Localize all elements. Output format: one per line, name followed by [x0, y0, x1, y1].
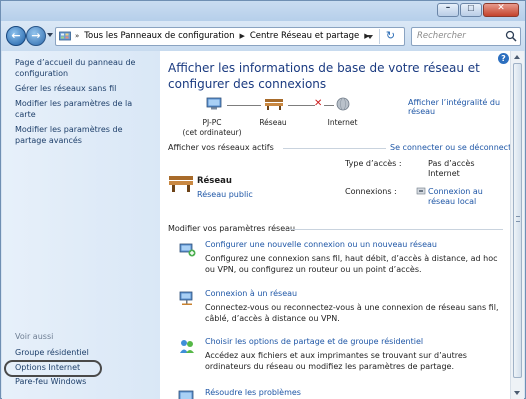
task-description: Connectez-vous ou reconnectez-vous à une…	[205, 303, 499, 323]
caption-buttons: – ☐ ✕	[436, 3, 519, 17]
forward-button[interactable]: →	[26, 26, 46, 46]
task-title[interactable]: Choisir les options de partage et de gro…	[205, 337, 423, 346]
active-network-name: Réseau	[197, 176, 232, 186]
page-title: Afficher les informations de base de vot…	[168, 61, 480, 91]
task-new-connection: Configurer une nouvelle connexion ou un …	[178, 240, 503, 280]
view-full-map-link[interactable]: Afficher l’intégralité du réseau	[408, 98, 516, 116]
breadcrumb-all-control-panels[interactable]: Tous les Panneaux de configuration	[84, 31, 234, 41]
main-content: Afficher les informations de base de vot…	[160, 51, 516, 399]
change-settings-label: Modifier vos paramètres réseau	[168, 224, 296, 233]
maximize-icon: ☐	[467, 4, 475, 13]
scroll-down-icon[interactable]	[514, 391, 520, 395]
address-dropdown-icon[interactable]	[367, 35, 373, 39]
access-type-label: Type d’accès :	[345, 159, 402, 168]
connection-line-broken	[288, 105, 315, 106]
chevron-right-icon[interactable]: ▶	[239, 32, 244, 40]
task-title[interactable]: Configurer une nouvelle connexion ou un …	[205, 240, 437, 249]
network-bench-icon	[169, 176, 193, 192]
close-icon: ✕	[497, 3, 505, 13]
navigation-bar: ← → » Tous les Panneaux de configuration…	[1, 21, 525, 51]
access-type-value: Pas d’accès Internet	[428, 159, 475, 178]
task-title[interactable]: Résoudre les problèmes	[205, 388, 301, 397]
network-bench-icon	[265, 99, 283, 110]
left-link-sharing[interactable]: Modifier les paramètres de partage avanc…	[15, 125, 140, 146]
connection-line	[227, 105, 261, 106]
left-link-home[interactable]: Page d’accueil du panneau de configurati…	[15, 58, 155, 79]
computer-icon	[206, 97, 222, 110]
window: – ☐ ✕ ← → » Tous les Panneaux de configu…	[0, 0, 526, 399]
connection-line	[324, 105, 334, 106]
breadcrumb-network-center[interactable]: Centre Réseau et partage	[250, 31, 359, 41]
maximize-button[interactable]: ☐	[460, 3, 482, 17]
network-type-link[interactable]: Réseau public	[197, 190, 253, 199]
internet-globe-icon	[336, 97, 350, 111]
search-input[interactable]: Rechercher	[411, 27, 521, 46]
scrollbar-thumb[interactable]	[513, 63, 522, 378]
highlight-circle	[4, 360, 102, 377]
scrollbar-grip-icon	[516, 216, 520, 222]
task-description: Configurez une connexion sans fil, haut …	[205, 254, 498, 274]
refresh-icon[interactable]: ↻	[379, 29, 401, 44]
forward-arrow-icon: →	[31, 29, 41, 42]
back-arrow-icon: ←	[11, 29, 21, 42]
title-bar: – ☐ ✕	[1, 1, 525, 21]
see-also-homegroup[interactable]: Groupe résidentiel	[15, 348, 155, 359]
ethernet-icon	[416, 187, 426, 195]
task-sharing-options: Choisir les options de partage et de gro…	[178, 337, 503, 377]
back-button[interactable]: ←	[6, 26, 26, 46]
disconnected-x-icon: ✕	[314, 98, 323, 109]
minimize-button[interactable]: –	[437, 3, 459, 17]
vertical-scrollbar[interactable]	[510, 51, 524, 399]
help-icon[interactable]: ?	[498, 53, 509, 64]
close-button[interactable]: ✕	[483, 3, 519, 17]
task-connect-network: Connexion à un réseau Connectez-vous ou …	[178, 289, 503, 329]
local-connection-link[interactable]: Connexion au réseau local	[428, 187, 488, 207]
breadcrumb: » Tous les Panneaux de configuration ▶ C…	[75, 31, 375, 41]
divider	[283, 148, 386, 149]
homegroup-icon	[180, 340, 194, 353]
left-link-wireless[interactable]: Gérer les réseaux sans fil	[15, 84, 155, 95]
scroll-up-icon[interactable]	[514, 55, 520, 59]
task-troubleshoot: Résoudre les problèmes	[178, 388, 503, 399]
minimize-icon: –	[445, 3, 451, 13]
map-pc-name: PJ-PC	[202, 118, 222, 127]
divider	[288, 229, 503, 230]
task-title[interactable]: Connexion à un réseau	[205, 289, 297, 298]
map-pc-sub: (cet ordinateur)	[182, 128, 242, 137]
connect-disconnect-link[interactable]: Se connecter ou se déconnecter	[390, 143, 516, 152]
troubleshoot-icon	[178, 390, 194, 399]
task-description: Accédez aux fichiers et aux imprimantes …	[205, 351, 467, 371]
address-bar[interactable]: » Tous les Panneaux de configuration ▶ C…	[55, 27, 405, 46]
left-link-adapter[interactable]: Modifier les paramètres de la carte	[15, 99, 150, 120]
see-also-label: Voir aussi	[15, 332, 54, 341]
map-internet-label: Internet	[327, 118, 358, 127]
left-pane: Page d’accueil du panneau de configurati…	[2, 51, 160, 399]
see-also-firewall[interactable]: Pare-feu Windows	[15, 377, 155, 388]
search-placeholder: Rechercher	[417, 31, 466, 41]
search-icon[interactable]	[505, 30, 517, 42]
breadcrumb-separator[interactable]: »	[75, 32, 79, 40]
active-networks-label: Afficher vos réseaux actifs	[168, 143, 274, 152]
control-panel-icon	[59, 31, 71, 41]
recent-pages-dropdown[interactable]	[47, 33, 53, 37]
connect-network-icon	[179, 291, 193, 305]
connections-label: Connexions :	[345, 187, 397, 196]
new-connection-icon	[179, 243, 196, 257]
map-network-label: Réseau	[259, 118, 287, 127]
